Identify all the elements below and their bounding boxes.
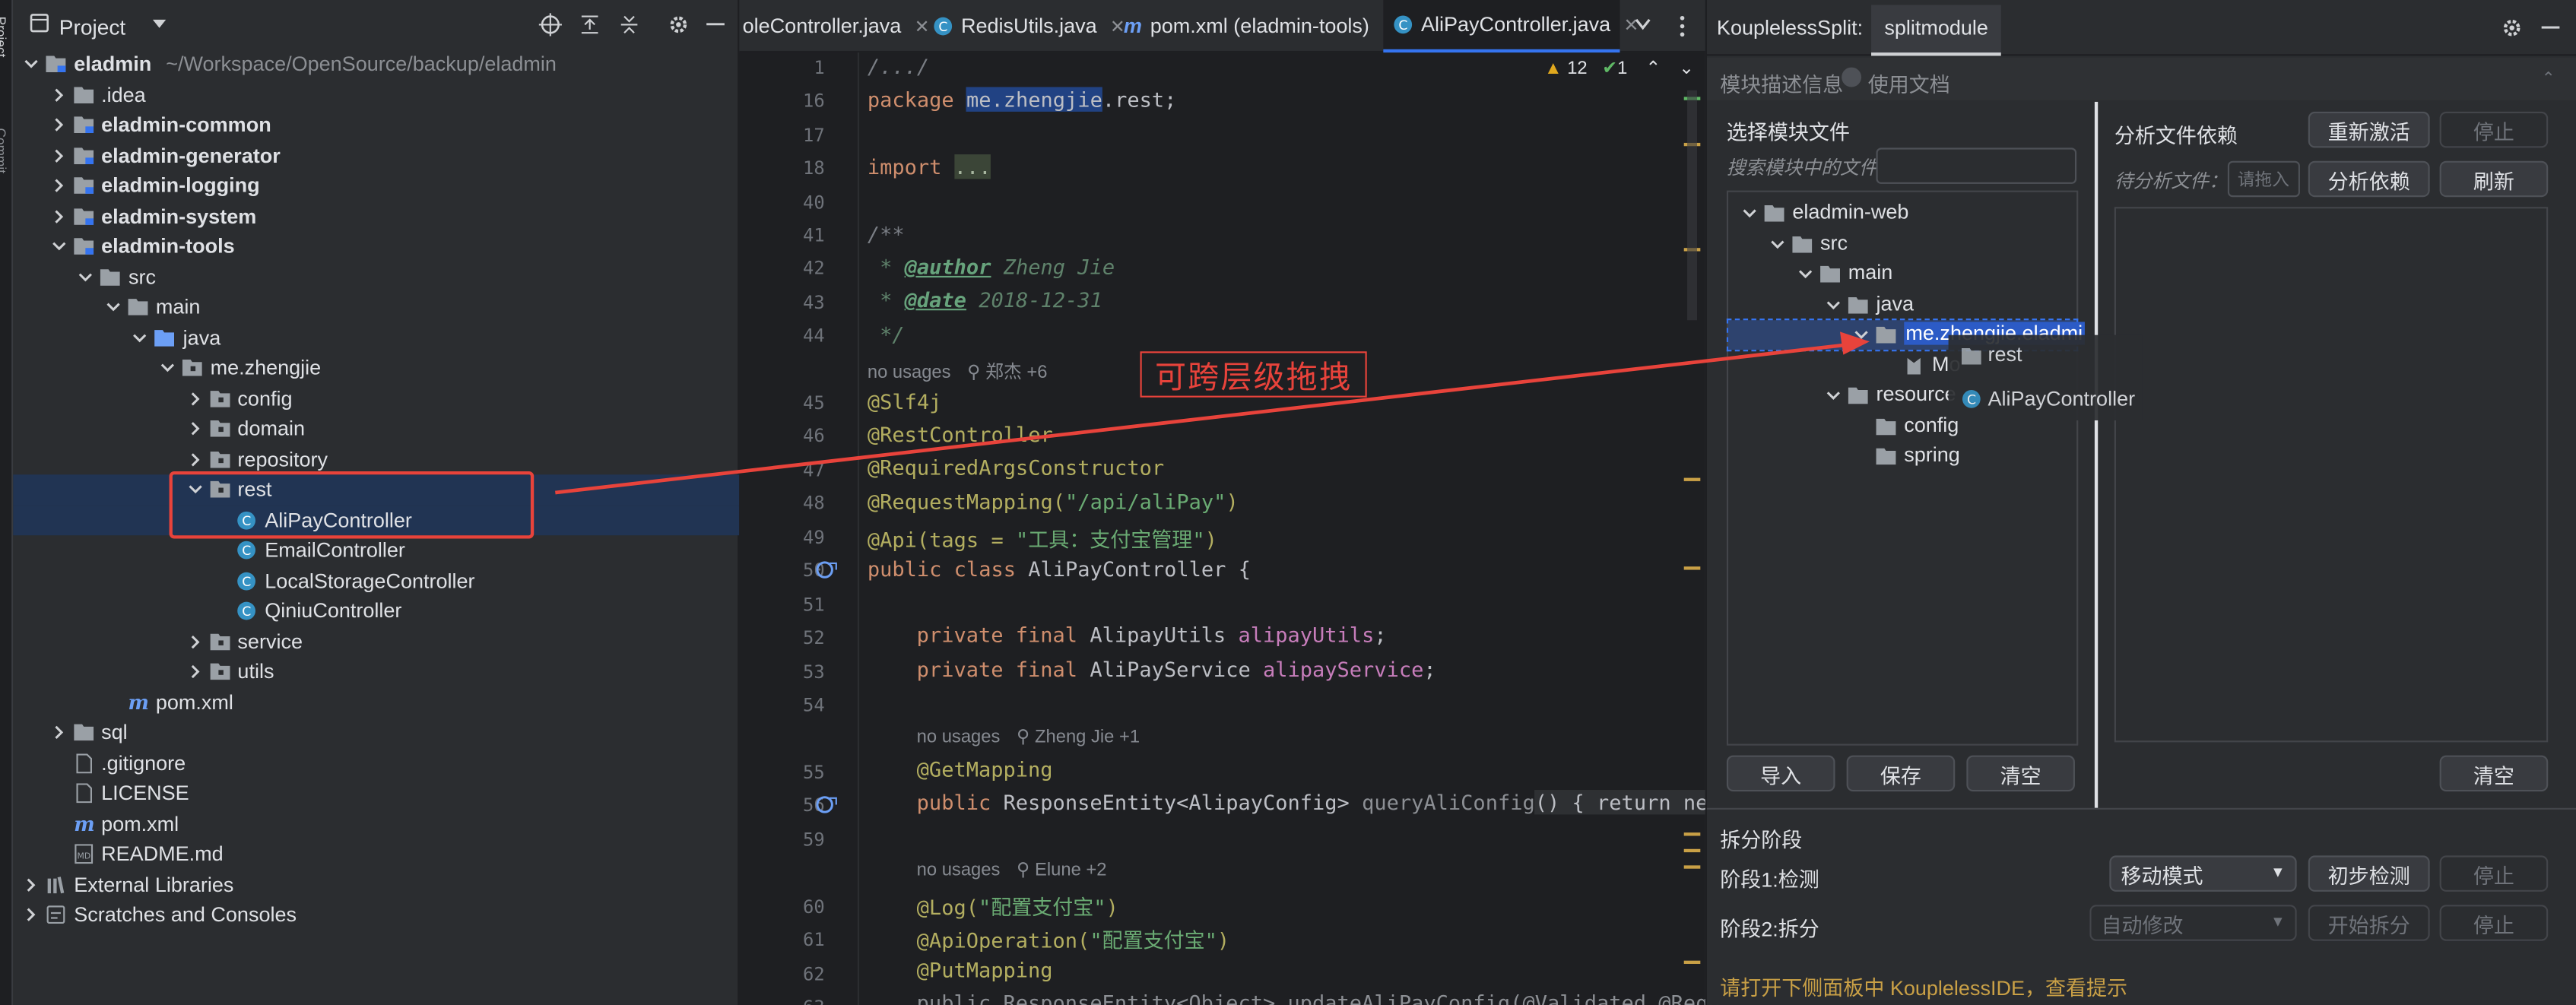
ide-window: Project Commit Project eladmin ~/Workspa…	[0, 0, 2576, 1005]
drag-arrow	[555, 331, 1870, 495]
